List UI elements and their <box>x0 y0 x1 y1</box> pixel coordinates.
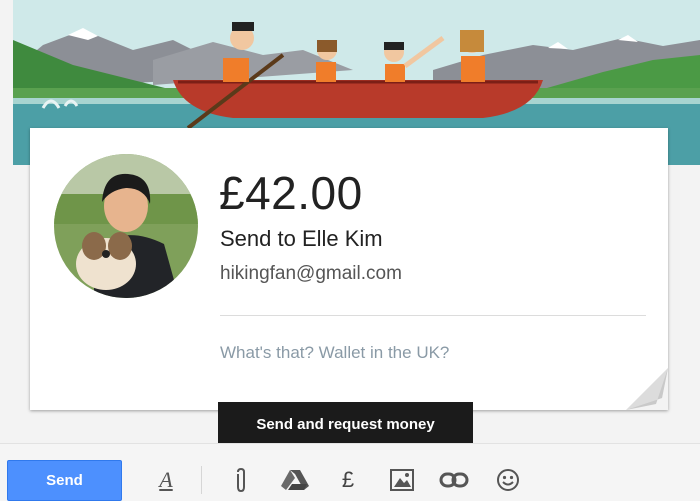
send-button[interactable]: Send <box>7 460 122 501</box>
divider <box>220 315 646 316</box>
payment-card: £42.00 Send to Elle Kim hikingfan@gmail.… <box>30 128 668 410</box>
toolbar-separator <box>201 466 202 494</box>
compose-toolbar: Send A £ <box>0 443 700 501</box>
recipient-email: hikingfan@gmail.com <box>220 263 402 284</box>
emoji-icon[interactable] <box>495 466 521 494</box>
attach-icon[interactable] <box>230 466 252 494</box>
payment-memo[interactable]: What's that? Wallet in the UK? <box>220 343 449 363</box>
format-text-glyph: A <box>159 467 173 492</box>
tooltip-send-request-money: Send and request money <box>218 402 473 453</box>
drive-icon[interactable] <box>280 466 310 494</box>
link-icon[interactable] <box>439 466 469 494</box>
compose-body: £42.00 Send to Elle Kim hikingfan@gmail.… <box>0 0 700 443</box>
recipient-name: Send to Elle Kim <box>220 226 383 251</box>
avatar <box>54 154 198 298</box>
payment-amount[interactable]: £42.00 <box>219 166 363 220</box>
format-text-icon[interactable]: A <box>155 466 177 494</box>
pound-glyph: £ <box>341 467 355 492</box>
photo-icon[interactable] <box>389 466 415 494</box>
page-curl-icon <box>626 368 668 410</box>
pound-icon[interactable]: £ <box>337 466 359 494</box>
